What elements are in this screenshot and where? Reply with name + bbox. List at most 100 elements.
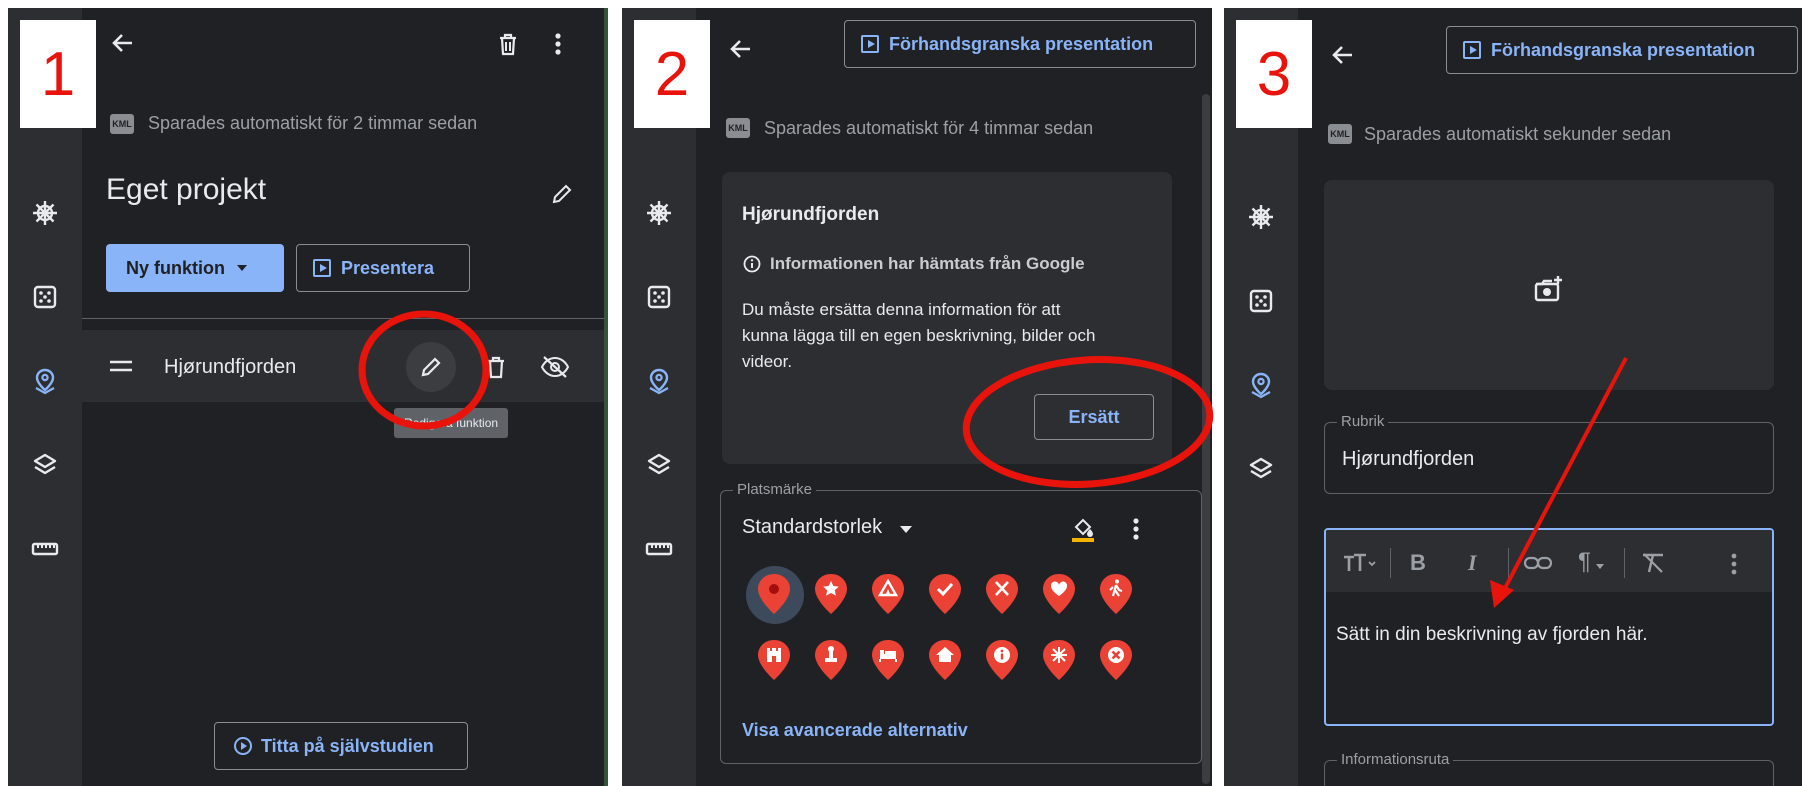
kml-icon: KML — [726, 118, 750, 138]
marker-size-select[interactable]: Standardstorlek — [742, 516, 882, 539]
pin-flower-icon[interactable] — [1039, 638, 1079, 682]
info-icon — [742, 254, 762, 274]
pin-utensils-icon[interactable] — [982, 572, 1022, 616]
edit-feature-button[interactable] — [406, 342, 456, 392]
step-number: 2 — [634, 20, 710, 128]
preview-label: Förhandsgranska presentation — [889, 33, 1154, 54]
panel-3: 3 Förhandsgranska presentation KML Spara… — [1224, 8, 1802, 786]
marker-legend: Platsmärke — [733, 481, 817, 498]
italic-icon[interactable]: I — [1468, 550, 1477, 576]
info-text-line-3: videor. — [742, 352, 793, 371]
ruler-icon[interactable] — [622, 534, 696, 564]
replace-label: Ersätt — [1068, 406, 1120, 427]
clear-format-icon[interactable] — [1638, 550, 1668, 576]
step-number: 3 — [1236, 20, 1312, 128]
preview-presentation-button[interactable]: Förhandsgranska presentation — [844, 20, 1196, 68]
layers-icon[interactable] — [622, 450, 696, 480]
paragraph-icon[interactable]: ¶ — [1578, 548, 1591, 576]
preview-icon — [1463, 41, 1481, 59]
tutorial-button[interactable]: Titta på självstudien — [214, 722, 468, 770]
step-number: 1 — [20, 20, 96, 128]
wheel-icon[interactable] — [1224, 202, 1298, 232]
pin-check-icon[interactable] — [925, 572, 965, 616]
preview-label: Förhandsgranska presentation — [1491, 39, 1756, 60]
ruler-icon[interactable] — [8, 534, 82, 564]
paragraph-caret-icon — [1596, 564, 1604, 569]
wheel-icon[interactable] — [8, 198, 82, 228]
feature-row[interactable] — [82, 330, 608, 402]
link-icon[interactable] — [1520, 550, 1556, 576]
back-arrow-icon[interactable] — [726, 34, 756, 64]
pin-tent-icon[interactable] — [868, 572, 908, 616]
dice-icon[interactable] — [1224, 286, 1298, 316]
scrollbar[interactable] — [1202, 94, 1210, 784]
wheel-icon[interactable] — [622, 198, 696, 228]
description-text[interactable]: Sätt in din beskrivning av fjorden här. — [1336, 624, 1648, 646]
back-arrow-icon[interactable] — [108, 28, 138, 58]
drag-handle-icon[interactable] — [108, 353, 134, 379]
more-vert-icon[interactable] — [1724, 550, 1744, 578]
rubrik-legend: Rubrik — [1337, 413, 1389, 430]
card-title: Hjørundfjorden — [742, 204, 880, 225]
preview-icon — [861, 35, 879, 53]
pin-bed-icon[interactable] — [868, 638, 908, 682]
more-vert-icon[interactable] — [1126, 514, 1146, 544]
trash-icon[interactable] — [494, 30, 522, 58]
pin-star-icon[interactable] — [811, 572, 851, 616]
play-circle-icon — [234, 737, 252, 755]
pin-home-icon[interactable] — [925, 638, 965, 682]
info-text-line-2: kunna lägga till en egen beskrivning, bi… — [742, 326, 1096, 345]
pin-castle-icon[interactable] — [754, 638, 794, 682]
location-pin-icon[interactable] — [622, 366, 696, 396]
pin-hiker-icon[interactable] — [1096, 572, 1136, 616]
back-arrow-icon[interactable] — [1328, 40, 1358, 70]
pin-dot-icon[interactable] — [754, 572, 794, 616]
pin-monument-icon[interactable] — [811, 638, 851, 682]
kml-icon: KML — [1328, 124, 1352, 144]
bold-icon[interactable]: B — [1410, 550, 1426, 576]
location-pin-icon[interactable] — [1224, 370, 1298, 400]
feature-name[interactable]: Hjørundfjorden — [164, 356, 296, 379]
pin-info-icon[interactable] — [982, 638, 1022, 682]
present-button[interactable]: Presentera — [296, 244, 470, 292]
add-photo-icon[interactable] — [1530, 272, 1566, 306]
present-label: Presentera — [341, 257, 435, 278]
edit-pencil-icon[interactable] — [548, 180, 576, 208]
dice-icon[interactable] — [8, 282, 82, 312]
tutorial-label: Titta på självstudien — [261, 735, 434, 756]
pin-heart-icon[interactable] — [1039, 572, 1079, 616]
layers-icon[interactable] — [8, 450, 82, 480]
text-size-icon[interactable] — [1342, 548, 1376, 578]
panel-2: 2 Förhandsgranska presentation KML Spara… — [622, 8, 1212, 786]
more-vert-icon[interactable] — [548, 30, 568, 58]
autosave-status: Sparades automatiskt för 4 timmar sedan — [764, 118, 1094, 138]
autosave-status: Sparades automatiskt sekunder sedan — [1364, 124, 1672, 144]
layers-icon[interactable] — [1224, 454, 1298, 484]
info-text-line-1: Du måste ersätta denna information för a… — [742, 300, 1061, 319]
preview-presentation-button[interactable]: Förhandsgranska presentation — [1446, 26, 1798, 74]
advanced-options-link[interactable]: Visa avancerade alternativ — [742, 720, 968, 741]
fill-color-icon[interactable] — [1068, 514, 1098, 544]
map-edge — [604, 8, 608, 786]
pin-x-icon[interactable] — [1096, 638, 1136, 682]
divider — [82, 318, 608, 319]
panel-1: 1 KML Sparades automatiskt för 2 timmar … — [8, 8, 608, 786]
toolbar-divider — [1390, 548, 1391, 578]
new-feature-button[interactable]: Ny funktion — [106, 244, 284, 292]
toolbar-divider — [1508, 548, 1509, 578]
replace-button[interactable]: Ersätt — [1034, 394, 1154, 440]
kml-icon: KML — [110, 114, 134, 134]
location-pin-icon[interactable] — [8, 366, 82, 396]
project-title: Eget projekt — [106, 173, 267, 206]
visibility-off-icon[interactable] — [538, 352, 572, 382]
pin-grid — [754, 572, 1153, 682]
delete-feature-icon[interactable] — [482, 352, 510, 382]
info-field[interactable]: Informationsruta — [1324, 751, 1774, 786]
dropdown-caret-icon[interactable] — [900, 526, 912, 533]
autosave-status: Sparades automatiskt för 2 timmar sedan — [148, 113, 478, 133]
rubrik-input[interactable]: Hjørundfjorden — [1342, 448, 1474, 471]
dropdown-caret-icon — [237, 265, 247, 271]
dice-icon[interactable] — [622, 282, 696, 312]
new-feature-label: Ny funktion — [126, 257, 225, 278]
toolbar-divider — [1624, 548, 1625, 578]
